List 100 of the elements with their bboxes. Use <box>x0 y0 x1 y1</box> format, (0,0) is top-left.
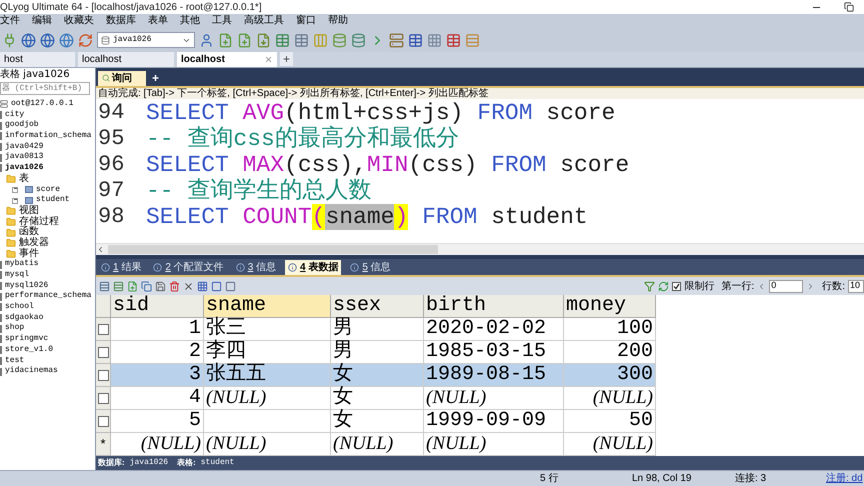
menu-item[interactable]: 窗口 <box>296 14 316 28</box>
database-icon[interactable] <box>351 32 366 48</box>
horizontal-scrollbar[interactable] <box>96 243 864 256</box>
add-file-icon[interactable] <box>237 32 252 48</box>
globe-icon[interactable] <box>59 32 74 48</box>
tree-item[interactable]: score <box>36 184 60 196</box>
scroll-left-icon[interactable] <box>96 245 105 254</box>
connection-tab[interactable]: localhost <box>78 52 174 67</box>
column-header[interactable]: ssex <box>331 295 424 318</box>
first-row-field[interactable]: 0 <box>769 280 804 293</box>
tree-item[interactable]: java0429 <box>5 142 44 152</box>
tree-item[interactable]: 触发器 <box>19 238 49 249</box>
rows-field[interactable]: 10 <box>848 280 864 293</box>
tree-item[interactable]: java0813 <box>5 152 44 164</box>
menu-item[interactable]: 其他 <box>180 14 200 28</box>
tree-item[interactable]: springmvc <box>5 334 48 345</box>
close-icon[interactable] <box>264 55 273 64</box>
new-tab-button[interactable]: + <box>280 52 294 66</box>
new-row-marker: * <box>100 435 106 454</box>
menu-item[interactable]: 文件 <box>0 14 20 28</box>
database-icon[interactable] <box>332 32 347 48</box>
table-row[interactable]: 3 张五五 女 1989-08-15 300 <box>96 364 656 388</box>
tree-item[interactable]: oot@127.0.0.1 <box>11 99 74 110</box>
tree-item[interactable]: test <box>5 356 24 366</box>
table-icon[interactable] <box>275 32 290 48</box>
column-header[interactable]: birth <box>424 295 564 318</box>
tree-item[interactable]: goodjob <box>5 120 39 132</box>
tree-item[interactable]: city <box>5 110 24 120</box>
tree-item[interactable]: performance_schema <box>5 291 92 302</box>
tree-item[interactable]: mybatis <box>5 259 39 270</box>
row-checkbox[interactable] <box>98 392 108 404</box>
result-tab[interactable]: 2 个配置文件 <box>150 260 227 276</box>
column-header[interactable]: sid <box>111 295 204 318</box>
copy-icon[interactable] <box>141 280 152 292</box>
result-tab[interactable]: 5 信息 <box>347 260 394 276</box>
server-icon[interactable] <box>389 32 404 48</box>
tree-item[interactable]: mysql <box>5 270 30 281</box>
tree-item[interactable]: 表 <box>19 174 29 185</box>
rows-icon[interactable] <box>99 280 110 292</box>
sql-editor[interactable]: 94 SELECT AVG(html+css+js) FROM score 95 -- 查询css的最高分和最低分 96 SELECT MAX(css),MIN(css) FROM score 97 -- 查询学生的总人数 98 SELECT COUNT(sname) FROM student <box>96 98 864 244</box>
column-header[interactable]: money <box>564 295 656 318</box>
connect-icon[interactable] <box>2 32 17 48</box>
connection-tab[interactable]: localhost <box>177 52 277 67</box>
grid-view-icon[interactable] <box>197 280 208 292</box>
result-tab[interactable]: 4 表数据 <box>285 260 342 276</box>
globe-icon[interactable] <box>40 32 55 48</box>
result-tab[interactable]: 1 结果 <box>98 260 144 276</box>
tree-item[interactable]: 事件 <box>19 248 39 260</box>
tree-item[interactable]: information_schema <box>5 131 92 142</box>
row-checkbox[interactable] <box>98 324 108 335</box>
restore-icon[interactable] <box>844 2 854 12</box>
table-icon[interactable] <box>408 32 423 48</box>
table-row[interactable]: 1 张三 男 2020-02-02 100 <box>96 318 656 342</box>
table-row[interactable]: * (NULL) (NULL) (NULL) (NULL) (NULL) <box>96 433 656 456</box>
add-file-icon[interactable] <box>218 32 233 48</box>
query-tab[interactable]: 询问 <box>98 70 146 86</box>
new-query-button[interactable]: + <box>152 70 160 86</box>
result-tab[interactable]: 3 信息 <box>232 260 280 276</box>
menu-item[interactable]: 帮助 <box>328 14 348 28</box>
user-icon[interactable] <box>199 32 214 48</box>
tree-item[interactable]: student <box>36 195 70 206</box>
tree-item[interactable]: 存储过程 <box>19 216 59 228</box>
menu-item[interactable]: 数据库 <box>106 14 136 28</box>
menu-item[interactable]: 高级工具 <box>244 14 284 28</box>
expand-toggle[interactable] <box>12 198 18 204</box>
tree-item[interactable]: shop <box>5 323 24 334</box>
expand-toggle[interactable] <box>12 186 18 193</box>
cancel-icon[interactable] <box>183 280 194 292</box>
tree-item[interactable]: store_v1.0 <box>5 344 54 356</box>
table-icon[interactable] <box>294 32 309 48</box>
import-icon[interactable] <box>256 32 271 48</box>
rows-icon[interactable] <box>113 280 124 292</box>
refresh-icon[interactable] <box>78 32 93 48</box>
tree-item[interactable]: sdgaokao <box>5 312 44 324</box>
row-checkbox[interactable] <box>98 416 108 427</box>
tree-item[interactable]: 函数 <box>19 227 39 238</box>
filter-icon[interactable] <box>644 280 656 292</box>
connection-tab[interactable]: host <box>0 52 75 67</box>
limit-checkbox[interactable] <box>672 282 682 291</box>
globe-icon[interactable] <box>21 32 36 48</box>
delete-icon[interactable] <box>169 280 180 292</box>
tree-item[interactable]: java1026 <box>5 163 44 174</box>
table-icon[interactable] <box>446 32 461 48</box>
save-icon[interactable] <box>155 280 166 292</box>
row-checkbox[interactable] <box>98 346 108 358</box>
add-row-icon[interactable] <box>127 280 138 292</box>
register-link[interactable]: 注册: dd <box>826 471 863 486</box>
menu-item[interactable]: 收藏夹 <box>64 14 94 28</box>
menu-item[interactable]: 表单 <box>148 14 168 28</box>
tree-item[interactable]: school <box>5 302 34 313</box>
database-dropdown[interactable]: java1026 <box>97 32 195 48</box>
filter-field[interactable]: 器 (Ctrl+Shift+B) <box>0 82 90 95</box>
tree-item[interactable]: yidacinemas <box>5 366 58 377</box>
menu-item[interactable]: 工具 <box>212 14 232 28</box>
table-row[interactable]: 4 (NULL) 女 (NULL) (NULL) <box>96 387 656 410</box>
menu-item[interactable]: 编辑 <box>32 14 52 28</box>
tree-item[interactable]: mysql1026 <box>5 280 48 292</box>
table-row[interactable]: 5 女 1999-09-09 50 <box>96 410 656 434</box>
row-checkbox[interactable] <box>98 370 108 381</box>
tree-item[interactable]: 视图 <box>19 206 39 217</box>
